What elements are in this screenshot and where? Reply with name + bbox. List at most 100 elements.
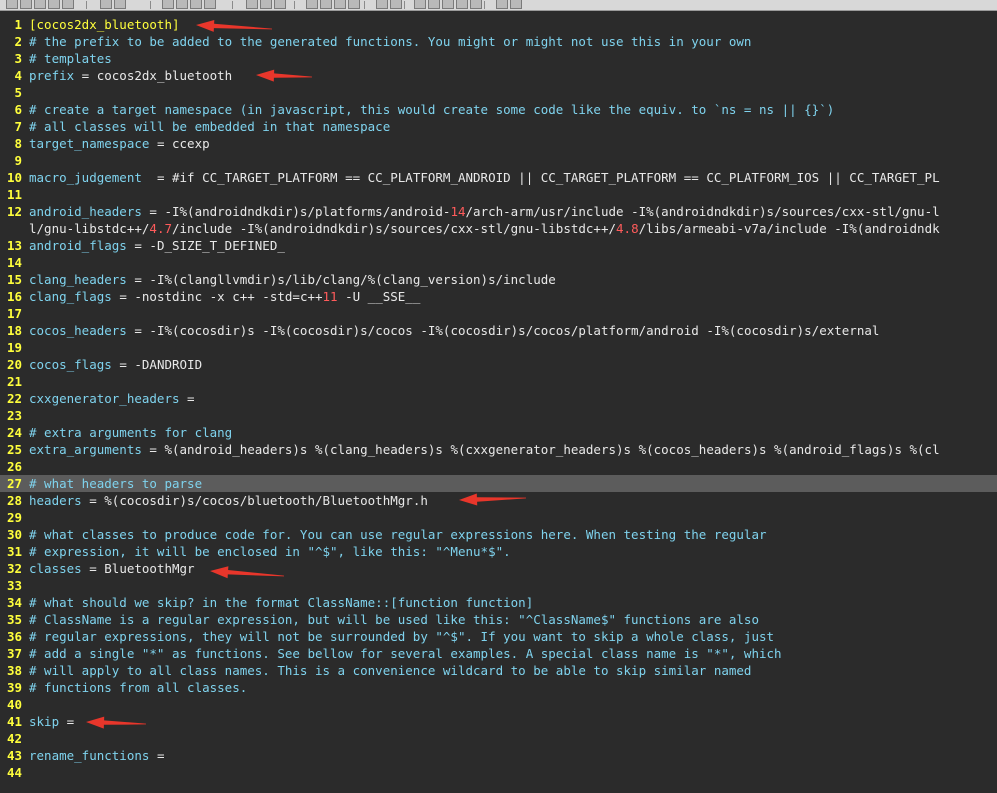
- code-line[interactable]: 43 rename_functions =: [0, 747, 997, 764]
- code-text: =: [179, 391, 195, 406]
- code-line[interactable]: 44: [0, 764, 997, 781]
- toolbar-button[interactable]: [162, 0, 174, 9]
- code-line[interactable]: 13 android_flags = -D_SIZE_T_DEFINED_: [0, 237, 997, 254]
- code-line[interactable]: 8 target_namespace = ccexp: [0, 135, 997, 152]
- code-line[interactable]: 1 [cocos2dx_bluetooth]: [0, 16, 997, 33]
- code-line[interactable]: 19: [0, 339, 997, 356]
- code-line[interactable]: 39 # functions from all classes.: [0, 679, 997, 696]
- code-line[interactable]: 34 # what should we skip? in the format C…: [0, 594, 997, 611]
- code-line[interactable]: 6 # create a target namespace (in javascr…: [0, 101, 997, 118]
- config-key: macro_judgement: [29, 170, 142, 185]
- line-number: 17: [6, 306, 22, 321]
- code-line[interactable]: 37 # add a single "*" as functions. See b…: [0, 645, 997, 662]
- code-line[interactable]: 38 # will apply to all class names. This …: [0, 662, 997, 679]
- code-line[interactable]: 7 # all classes will be embedded in that …: [0, 118, 997, 135]
- code-line[interactable]: 42: [0, 730, 997, 747]
- code-line[interactable]: 41 skip =: [0, 713, 997, 730]
- code-line[interactable]: 10 macro_judgement = #if CC_TARGET_PLATFO…: [0, 169, 997, 186]
- editor-toolbar: [0, 0, 997, 11]
- code-line[interactable]: 11: [0, 186, 997, 203]
- line-number: 21: [6, 374, 22, 389]
- toolbar-button[interactable]: [114, 0, 126, 9]
- code-line[interactable]: 20 cocos_flags = -DANDROID: [0, 356, 997, 373]
- code-line[interactable]: 35 # ClassName is a regular expression, b…: [0, 611, 997, 628]
- toolbar-button[interactable]: [274, 0, 286, 9]
- code-line[interactable]: l/gnu-libstdc++/4.7/include -I%(androidn…: [0, 220, 997, 237]
- line-number: 25: [6, 442, 22, 457]
- toolbar-button[interactable]: [456, 0, 468, 9]
- code-line[interactable]: 12 android_headers = -I%(androidndkdir)s/…: [0, 203, 997, 220]
- code-line[interactable]: 25 extra_arguments = %(android_headers)s …: [0, 441, 997, 458]
- code-comment: # functions from all classes.: [29, 680, 248, 695]
- code-line[interactable]: 36 # regular expressions, they will not b…: [0, 628, 997, 645]
- code-line[interactable]: 30 # what classes to produce code for. Yo…: [0, 526, 997, 543]
- code-line[interactable]: 15 clang_headers = -I%(clangllvmdir)s/lib…: [0, 271, 997, 288]
- code-text: =: [59, 714, 75, 729]
- code-line[interactable]: 14: [0, 254, 997, 271]
- toolbar-button[interactable]: [414, 0, 426, 9]
- code-line[interactable]: 32 classes = BluetoothMgr: [0, 560, 997, 577]
- code-line[interactable]: 23: [0, 407, 997, 424]
- toolbar-button[interactable]: [470, 0, 482, 9]
- number-literal: 14: [450, 204, 466, 219]
- toolbar-button[interactable]: [62, 0, 74, 9]
- code-line[interactable]: 5: [0, 84, 997, 101]
- code-comment: # regular expressions, they will not be …: [29, 629, 775, 644]
- toolbar-button[interactable]: [496, 0, 508, 9]
- code-line[interactable]: 9: [0, 152, 997, 169]
- code-line[interactable]: 17: [0, 305, 997, 322]
- toolbar-button[interactable]: [348, 0, 360, 9]
- toolbar-button[interactable]: [306, 0, 318, 9]
- line-number: 33: [6, 578, 22, 593]
- toolbar-separator: [294, 1, 295, 9]
- toolbar-button[interactable]: [204, 0, 216, 9]
- toolbar-button[interactable]: [260, 0, 272, 9]
- toolbar-button[interactable]: [442, 0, 454, 9]
- code-line[interactable]: 24 # extra arguments for clang: [0, 424, 997, 441]
- code-line[interactable]: 31 # expression, it will be enclosed in "…: [0, 543, 997, 560]
- code-line[interactable]: 16 clang_flags = -nostdinc -x c++ -std=c+…: [0, 288, 997, 305]
- toolbar-button[interactable]: [34, 0, 46, 9]
- toolbar-button[interactable]: [176, 0, 188, 9]
- line-number: 16: [6, 289, 22, 304]
- code-line[interactable]: 28 headers = %(cocosdir)s/cocos/bluetooth…: [0, 492, 997, 509]
- code-line[interactable]: 40: [0, 696, 997, 713]
- code-line[interactable]: 27 # what headers to parse: [0, 475, 997, 492]
- toolbar-button[interactable]: [376, 0, 388, 9]
- code-line[interactable]: 21: [0, 373, 997, 390]
- toolbar-button[interactable]: [100, 0, 112, 9]
- toolbar-button[interactable]: [510, 0, 522, 9]
- number-literal: 4.8: [616, 221, 639, 236]
- code-line[interactable]: 29: [0, 509, 997, 526]
- toolbar-button[interactable]: [48, 0, 60, 9]
- code-comment: # create a target namespace (in javascri…: [29, 102, 835, 117]
- code-line[interactable]: 18 cocos_headers = -I%(cocosdir)s -I%(coc…: [0, 322, 997, 339]
- toolbar-button[interactable]: [246, 0, 258, 9]
- code-line[interactable]: 26: [0, 458, 997, 475]
- code-text: -U __SSE__: [337, 289, 421, 304]
- code-line[interactable]: 3 # templates: [0, 50, 997, 67]
- code-line[interactable]: 2 # the prefix to be added to the generat…: [0, 33, 997, 50]
- toolbar-separator: [364, 1, 365, 9]
- code-line[interactable]: 4 prefix = cocos2dx_bluetooth: [0, 67, 997, 84]
- code-text: = -DANDROID: [111, 357, 203, 372]
- toolbar-button[interactable]: [320, 0, 332, 9]
- code-comment: # what classes to produce code for. You …: [29, 527, 767, 542]
- code-line[interactable]: 33: [0, 577, 997, 594]
- line-number: 39: [6, 680, 22, 695]
- toolbar-button[interactable]: [334, 0, 346, 9]
- code-editor[interactable]: 1 [cocos2dx_bluetooth] 2 # the prefix to be…: [0, 16, 997, 793]
- code-text: = -nostdinc -x c++ -std=c++: [111, 289, 323, 304]
- toolbar-button[interactable]: [190, 0, 202, 9]
- toolbar-button[interactable]: [20, 0, 32, 9]
- toolbar-button[interactable]: [6, 0, 18, 9]
- code-text: = -I%(androidndkdir)s/platforms/android-: [141, 204, 451, 219]
- line-number: 7: [14, 119, 22, 134]
- code-line[interactable]: 22 cxxgenerator_headers =: [0, 390, 997, 407]
- toolbar-button[interactable]: [390, 0, 402, 9]
- code-text: = %(android_headers)s %(clang_headers)s …: [141, 442, 940, 457]
- line-number: 12: [6, 204, 22, 219]
- toolbar-button[interactable]: [428, 0, 440, 9]
- toolbar-separator: [232, 1, 233, 9]
- line-number: 3: [14, 51, 22, 66]
